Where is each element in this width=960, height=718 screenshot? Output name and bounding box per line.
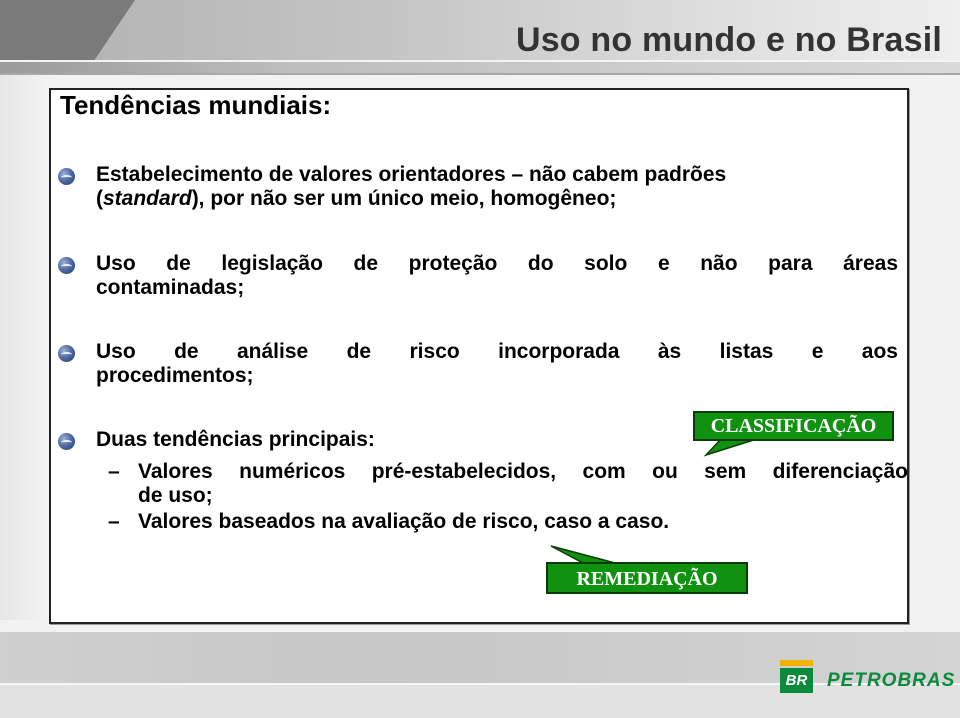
- bullet-line: procedimentos;: [96, 364, 254, 387]
- bullet-item: Uso de análise de risco incorporada às l…: [58, 340, 898, 387]
- bullet-text: Uso de legislação de proteção do solo e …: [96, 252, 898, 300]
- bullet-line: Uso de análise de risco incorporada às l…: [96, 340, 898, 363]
- bullet-line: Estabelecimento de valores orientadores …: [96, 163, 727, 186]
- section-heading: Tendências mundiais:: [60, 90, 332, 120]
- callout-remediacao: REMEDIAÇÃO: [546, 562, 748, 594]
- sub-item-line: Valores baseados na avaliação de risco, …: [138, 510, 670, 533]
- bullet-item: Uso de legislação de proteção do solo e …: [58, 252, 898, 299]
- bullet-globe-icon: [58, 433, 75, 450]
- bullet-text: Duas tendências principais:: [96, 428, 596, 452]
- text-fragment: (: [96, 187, 103, 210]
- bullet-globe-icon: [58, 257, 75, 274]
- logo-wordmark: PETROBRAS: [827, 669, 956, 691]
- left-decoration: [0, 75, 50, 620]
- callout-classificacao: CLASSIFICAÇÃO: [693, 411, 894, 441]
- sub-item-line: de uso;: [138, 484, 213, 507]
- italic-term: standard: [103, 187, 192, 210]
- bullet-item: Duas tendências principais:: [58, 428, 375, 451]
- text-fragment: ), por não ser um único meio, homogêneo;: [191, 187, 617, 210]
- bullet-globe-icon: [58, 168, 75, 185]
- dash-marker: –: [108, 460, 120, 483]
- slide-title: Uso no mundo e no Brasil: [515, 21, 942, 59]
- bullet-text: Uso de análise de risco incorporada às l…: [96, 340, 898, 388]
- br-logo-icon: BR: [780, 660, 813, 693]
- bullet-line: (standard), por não ser um único meio, h…: [96, 187, 898, 211]
- logo-yellow-bar: [780, 660, 813, 666]
- header-band: [0, 62, 960, 73]
- bullet-globe-icon: [58, 345, 75, 362]
- logo-mark-text: BR: [780, 668, 813, 693]
- sub-item-text: Valores numéricos pré-estabelecidos, com…: [138, 460, 908, 508]
- sub-item-text: Valores baseados na avaliação de risco, …: [138, 510, 908, 534]
- dash-marker: –: [108, 510, 120, 533]
- bullet-line: Uso de legislação de proteção do solo e …: [96, 252, 898, 275]
- header-band-shadow: [0, 73, 960, 75]
- bullet-text: Estabelecimento de valores orientadores …: [96, 163, 898, 211]
- petrobras-logo: BR PETROBRAS: [780, 660, 955, 693]
- bullet-line: contaminadas;: [96, 276, 245, 299]
- sub-item-line: Valores numéricos pré-estabelecidos, com…: [138, 460, 908, 483]
- bullet-item: Estabelecimento de valores orientadores …: [58, 163, 726, 210]
- bullet-line: Duas tendências principais:: [96, 428, 375, 451]
